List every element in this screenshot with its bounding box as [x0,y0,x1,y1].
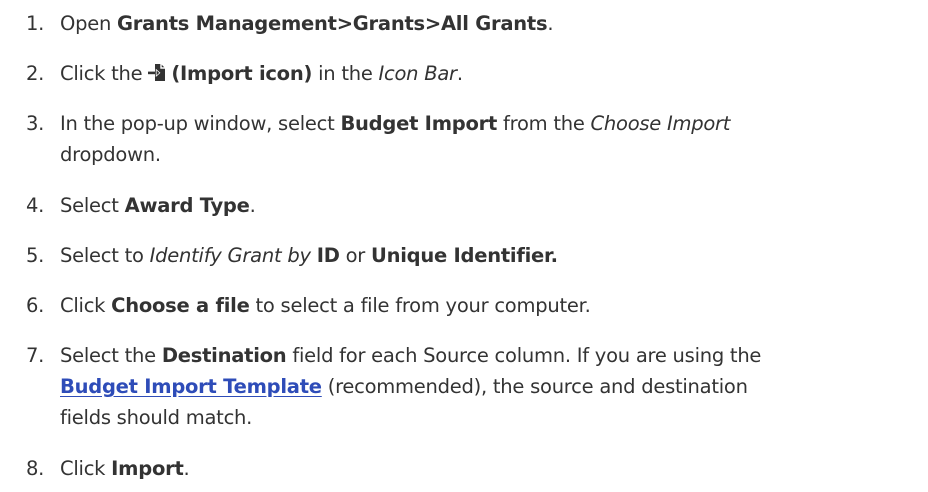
step-text: dropdown. [60,143,161,166]
id-option: ID [316,244,340,267]
step-number: 6. [26,294,45,317]
step-number: 7. [26,344,45,367]
step-number: 8. [26,457,45,480]
step-text: Click [60,294,112,317]
step-number: 1. [26,12,45,35]
step-text: Select the [60,344,162,367]
step-text: in the [312,62,379,85]
step-text: from the [497,112,591,135]
step-text: field for each Source column. If you are… [286,344,762,367]
step-punctuation: . [456,62,463,85]
step-number: 5. [26,244,45,267]
choose-import-dropdown-label: Choose Import [590,112,731,135]
step-punctuation: . [249,194,256,217]
step-text: Select to [60,244,150,267]
step-text: Select [60,194,125,217]
import-icon [148,63,167,82]
budget-import-option: Budget Import [340,112,498,135]
step-punctuation: . [547,12,554,35]
navigation-path: Grants Management>Grants>All Grants [117,12,548,35]
step-number: 3. [26,112,45,135]
destination-field: Destination [161,344,287,367]
import-icon-label: (Import icon) [171,62,313,85]
step-text: Open [60,12,118,35]
step-text: In the pop-up window, select [60,112,341,135]
step-text: Click [60,457,112,480]
icon-bar-label: Icon Bar [378,62,458,85]
step-text: (recommended), the source and destinatio… [321,375,748,398]
step-text: to select a file from your computer. [249,294,591,317]
award-type-field: Award Type [124,194,250,217]
step-text: or [339,244,372,267]
step-number: 2. [26,62,45,85]
step-number: 4. [26,194,45,217]
instruction-steps: 1. Open Grants Management>Grants>All Gra… [0,0,928,492]
import-button-label: Import [111,457,184,480]
unique-identifier-option: Unique Identifier. [371,244,558,267]
step-text: Click the [60,62,149,85]
choose-file-button-label: Choose a file [111,294,250,317]
step-text: fields should match. [60,406,253,429]
identify-grant-label: Identify Grant by [149,244,311,267]
step-punctuation: . [183,457,190,480]
budget-import-template-link[interactable]: Budget Import Template [60,375,322,398]
